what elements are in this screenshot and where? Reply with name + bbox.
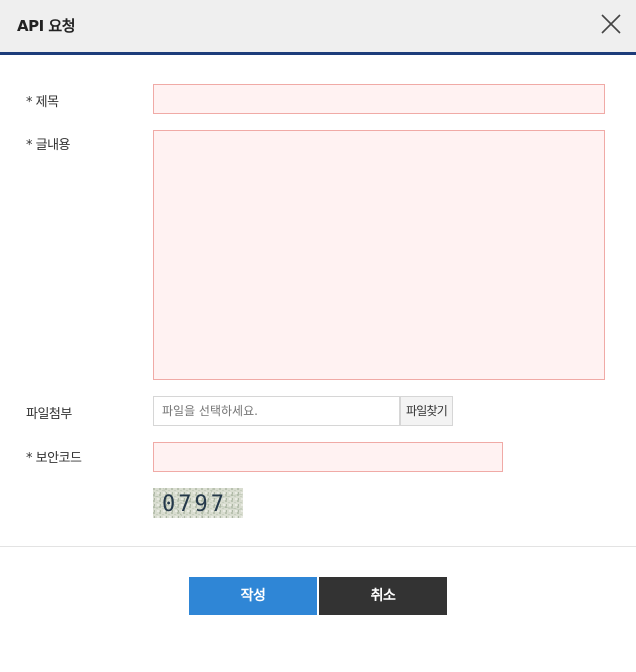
content-textarea[interactable] [153, 130, 605, 380]
cancel-button[interactable]: 취소 [319, 577, 447, 615]
submit-button[interactable]: 작성 [189, 577, 317, 615]
captcha-image: 0797 [152, 487, 244, 519]
content-label: * 글내용 [26, 138, 71, 153]
title-input[interactable] [153, 84, 605, 114]
attachment-input[interactable] [153, 396, 400, 426]
captcha-text: 0797 [162, 492, 227, 517]
dialog-title: API 요청 [17, 17, 76, 35]
close-button[interactable] [600, 13, 622, 35]
dialog-header: API 요청 [0, 0, 636, 55]
captcha-input[interactable] [153, 442, 503, 472]
footer-divider [0, 546, 636, 547]
close-icon [601, 14, 621, 34]
title-label: * 제목 [26, 95, 59, 110]
captcha-label: * 보안코드 [26, 451, 82, 466]
api-request-dialog: API 요청 * 제목 * 글내용 파일첨부 파일찾기 * 보안코드 [0, 0, 636, 672]
browse-file-button[interactable]: 파일찾기 [400, 396, 453, 426]
attachment-label: 파일첨부 [26, 407, 72, 422]
